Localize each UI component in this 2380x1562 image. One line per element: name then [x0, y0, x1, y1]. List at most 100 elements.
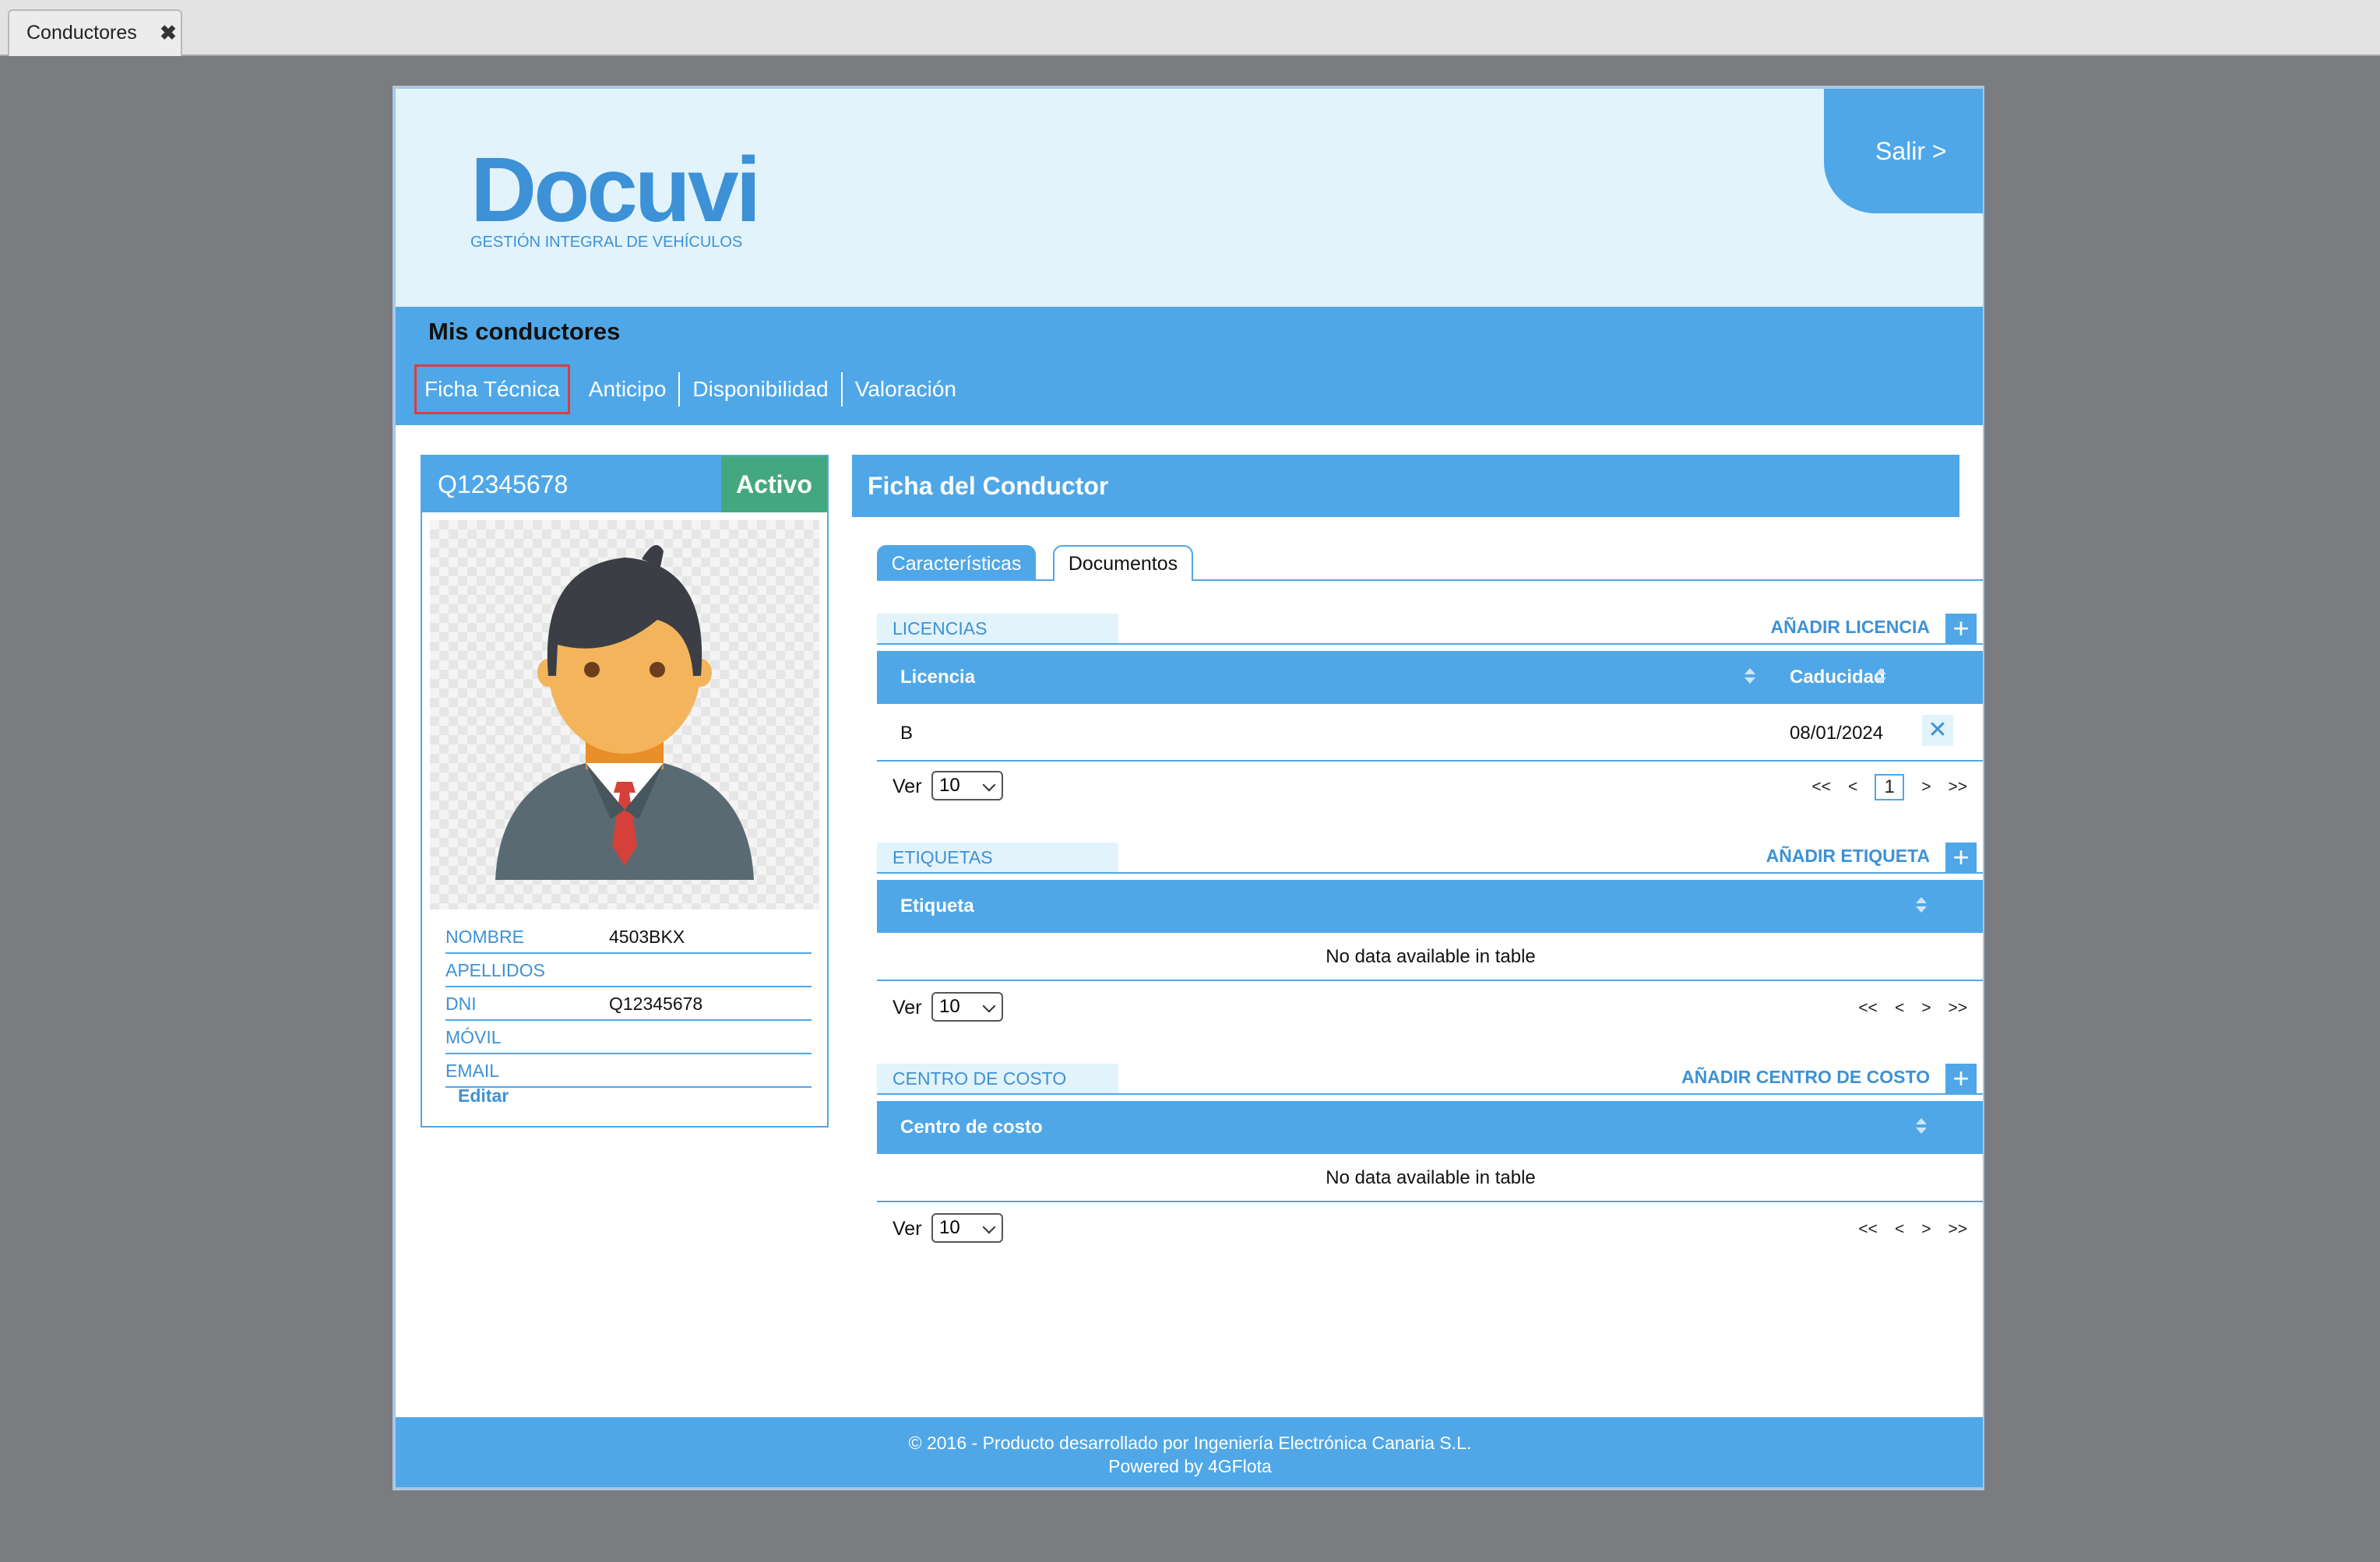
cell-licencia: B — [900, 723, 914, 744]
tab-valoracion[interactable]: Valoración — [843, 372, 969, 406]
column-header-caducidad[interactable]: Caducidad — [1790, 667, 1885, 688]
page-size-label: Ver — [892, 997, 922, 1018]
tab-disponibilidad[interactable]: Disponibilidad — [680, 372, 843, 406]
pagination: << < > >> — [1841, 1215, 1967, 1244]
last-page-button[interactable]: >> — [1948, 1220, 1967, 1239]
driver-fields: NOMBRE 4503BKX APELLIDOS DNI Q12345678 M… — [445, 920, 812, 1088]
pagination: << < 1 > >> — [1794, 772, 1967, 802]
tab-caracteristicas[interactable]: Características — [877, 545, 1036, 581]
first-page-button[interactable]: << — [1858, 1220, 1878, 1239]
tab-ficha-tecnica[interactable]: Ficha Técnica — [414, 364, 570, 414]
close-icon[interactable]: ✖ — [159, 23, 178, 43]
delete-icon[interactable]: ✕ — [1922, 715, 1953, 746]
prev-page-button[interactable]: < — [1895, 999, 1904, 1018]
page-size-select[interactable]: 10 — [931, 771, 1003, 800]
add-etiqueta-link[interactable]: AÑADIR ETIQUETA — [1766, 846, 1930, 867]
table-header: Etiqueta — [877, 880, 1983, 933]
add-centro-costo-plus-icon[interactable]: + — [1945, 1064, 1977, 1095]
section-licencias: LICENCIAS AÑADIR LICENCIA + Licencia Cad… — [877, 614, 1983, 808]
field-label: APELLIDOS — [445, 960, 545, 980]
page-size-label: Ver — [892, 1218, 922, 1240]
first-page-button[interactable]: << — [1811, 778, 1831, 797]
next-page-button[interactable]: > — [1921, 999, 1931, 1018]
section-navbar: Mis conductores Ficha Técnica Anticipo D… — [396, 307, 1983, 425]
empty-table-message: No data available in table — [877, 933, 1983, 981]
sort-icon[interactable] — [1874, 668, 1888, 685]
prev-page-button[interactable]: < — [1895, 1220, 1904, 1239]
sort-icon[interactable] — [1914, 897, 1928, 914]
section-centro-costo: CENTRO DE COSTO AÑADIR CENTRO DE COSTO +… — [877, 1064, 1983, 1251]
section-label: ETIQUETAS — [877, 843, 1118, 872]
field-label: MÓVIL — [445, 1027, 502, 1047]
section-etiquetas: ETIQUETAS AÑADIR ETIQUETA + Etiqueta No … — [877, 843, 1983, 1029]
table-header: Licencia Caducidad — [877, 651, 1983, 704]
docuvi-logo: Docuvi GESTIÓN INTEGRAL DE VEHÍCULOS — [470, 143, 782, 260]
field-dni: DNI Q12345678 — [445, 987, 812, 1021]
first-page-button[interactable]: << — [1858, 999, 1878, 1018]
driver-photo — [430, 520, 819, 909]
app-header: Docuvi GESTIÓN INTEGRAL DE VEHÍCULOS Sal… — [396, 89, 1983, 307]
logo-subtitle: GESTIÓN INTEGRAL DE VEHÍCULOS — [470, 234, 743, 251]
field-movil: MÓVIL — [445, 1021, 812, 1054]
field-label: DNI — [445, 994, 477, 1014]
field-nombre: NOMBRE 4503BKX — [445, 920, 812, 954]
column-header-licencia[interactable]: Licencia — [900, 667, 975, 688]
nav-tabs: Ficha Técnica Anticipo Disponibilidad Va… — [414, 364, 969, 414]
section-label: LICENCIAS — [877, 614, 1118, 643]
tab-label: Conductores — [26, 22, 137, 44]
tab-documentos[interactable]: Documentos — [1053, 545, 1193, 581]
driver-card: Q12345678 Activo NOMBRE 4503BKX APELLIDO… — [421, 455, 829, 1128]
field-email: EMAIL — [445, 1054, 812, 1088]
section-divider — [877, 643, 1983, 645]
section-label: CENTRO DE COSTO — [877, 1064, 1118, 1093]
last-page-button[interactable]: >> — [1948, 999, 1967, 1018]
next-page-button[interactable]: > — [1921, 1220, 1931, 1239]
table-footer: Ver 10 << < > >> — [877, 1210, 1983, 1249]
add-centro-costo-link[interactable]: AÑADIR CENTRO DE COSTO — [1681, 1067, 1930, 1088]
column-header-centro-costo[interactable]: Centro de costo — [900, 1117, 1043, 1138]
footer-powered-by: Powered by 4GFlota — [1108, 1456, 1272, 1476]
table-row: B 08/01/2024 ✕ — [877, 704, 1983, 762]
page-size-select[interactable]: 10 — [931, 1213, 1003, 1243]
app-footer: © 2016 - Producto desarrollado por Ingen… — [396, 1417, 1983, 1487]
next-page-button[interactable]: > — [1921, 778, 1931, 797]
add-etiqueta-plus-icon[interactable]: + — [1945, 843, 1977, 874]
panel-title: Ficha del Conductor — [852, 455, 1959, 517]
sort-icon[interactable] — [1743, 668, 1757, 685]
empty-table-message: No data available in table — [877, 1154, 1983, 1202]
driver-id: Q12345678 — [438, 470, 569, 498]
driver-card-header: Q12345678 Activo — [422, 456, 827, 512]
sort-icon[interactable] — [1914, 1118, 1928, 1135]
field-label: NOMBRE — [445, 927, 524, 947]
pagination: << < > >> — [1841, 994, 1967, 1023]
field-value: Q12345678 — [609, 994, 703, 1014]
edit-driver-link[interactable]: Editar — [458, 1085, 509, 1106]
logo-wordmark: Docuvi — [470, 139, 761, 241]
section-divider — [877, 872, 1983, 874]
tab-anticipo[interactable]: Anticipo — [576, 372, 681, 406]
status-badge: Activo — [721, 456, 827, 512]
field-label: EMAIL — [445, 1061, 500, 1081]
tab-conductores[interactable]: Conductores ✖ — [8, 9, 182, 56]
footer-copyright: © 2016 - Producto desarrollado por Ingen… — [908, 1433, 1472, 1453]
window-tabstrip: Conductores ✖ — [0, 0, 2380, 56]
app-window: Docuvi GESTIÓN INTEGRAL DE VEHÍCULOS Sal… — [393, 86, 1984, 1490]
panel-tabs: Características Documentos — [877, 539, 1983, 581]
section-divider — [877, 1093, 1983, 1095]
column-header-etiqueta[interactable]: Etiqueta — [900, 895, 974, 917]
avatar-icon — [495, 545, 754, 880]
table-header: Centro de costo — [877, 1101, 1983, 1154]
add-licencia-link[interactable]: AÑADIR LICENCIA — [1771, 617, 1930, 638]
add-licencia-plus-icon[interactable]: + — [1945, 614, 1977, 645]
table-footer: Ver 10 << < > >> — [877, 989, 1983, 1028]
logout-button[interactable]: Salir > — [1824, 89, 1983, 213]
page-size-label: Ver — [892, 776, 922, 797]
page-size-select[interactable]: 10 — [931, 992, 1003, 1022]
prev-page-button[interactable]: < — [1848, 778, 1857, 797]
cell-caducidad: 08/01/2024 — [1790, 723, 1884, 744]
page-title: Mis conductores — [428, 318, 621, 345]
field-apellidos: APELLIDOS — [445, 954, 812, 987]
current-page-button[interactable]: 1 — [1875, 774, 1905, 800]
last-page-button[interactable]: >> — [1948, 778, 1967, 797]
field-value: 4503BKX — [609, 927, 685, 947]
